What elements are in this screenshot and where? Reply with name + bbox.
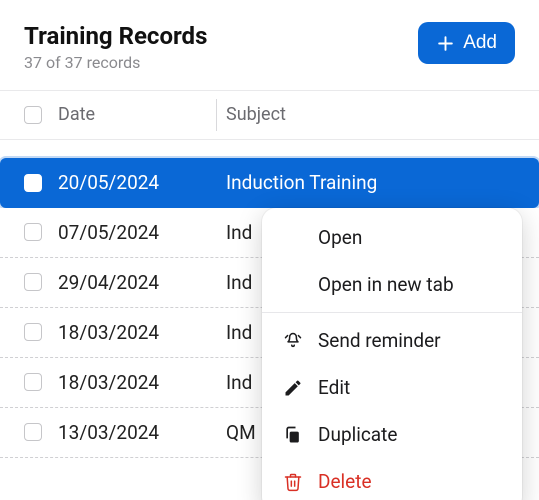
menu-divider — [262, 312, 522, 313]
plus-icon — [436, 34, 455, 53]
page-header: Training Records 37 of 37 records Add — [0, 22, 539, 90]
trash-icon — [282, 472, 304, 492]
menu-edit-label: Edit — [318, 376, 350, 399]
row-checkbox[interactable] — [24, 223, 42, 241]
column-header-subject[interactable]: Subject — [216, 91, 539, 139]
context-menu: Open Open in new tab Send reminder Edit … — [262, 208, 522, 500]
page-title: Training Records — [24, 22, 207, 51]
menu-open-label: Open — [318, 226, 362, 249]
bell-icon — [282, 331, 304, 351]
row-checkbox[interactable] — [24, 273, 42, 291]
column-header-date[interactable]: Date — [58, 91, 216, 139]
row-checkbox[interactable] — [24, 423, 42, 441]
menu-open-new-tab-label: Open in new tab — [318, 273, 454, 296]
pencil-icon — [282, 378, 304, 398]
menu-duplicate[interactable]: Duplicate — [262, 411, 522, 458]
table-row[interactable]: 20/05/2024 Induction Training — [0, 158, 539, 208]
add-button-label: Add — [463, 32, 497, 54]
cell-date: 18/03/2024 — [58, 308, 216, 357]
menu-duplicate-label: Duplicate — [318, 423, 397, 446]
record-count: 37 of 37 records — [24, 53, 207, 72]
add-button[interactable]: Add — [418, 22, 515, 64]
table-header: Date Subject — [0, 90, 539, 140]
row-checkbox[interactable] — [24, 373, 42, 391]
menu-send-reminder-label: Send reminder — [318, 329, 441, 352]
cell-date: 07/05/2024 — [58, 208, 216, 257]
menu-delete-label: Delete — [318, 470, 372, 493]
menu-edit[interactable]: Edit — [262, 364, 522, 411]
cell-date: 13/03/2024 — [58, 408, 216, 457]
cell-date: 29/04/2024 — [58, 258, 216, 307]
cell-subject: Induction Training — [216, 158, 539, 208]
duplicate-icon — [282, 425, 304, 445]
menu-open[interactable]: Open — [262, 214, 522, 261]
cell-date: 20/05/2024 — [58, 158, 216, 208]
cell-date: 18/03/2024 — [58, 358, 216, 407]
select-all-checkbox[interactable] — [24, 106, 42, 124]
row-checkbox[interactable] — [24, 174, 42, 192]
menu-delete[interactable]: Delete — [262, 458, 522, 500]
menu-send-reminder[interactable]: Send reminder — [262, 317, 522, 364]
menu-open-new-tab[interactable]: Open in new tab — [262, 261, 522, 308]
row-checkbox[interactable] — [24, 323, 42, 341]
